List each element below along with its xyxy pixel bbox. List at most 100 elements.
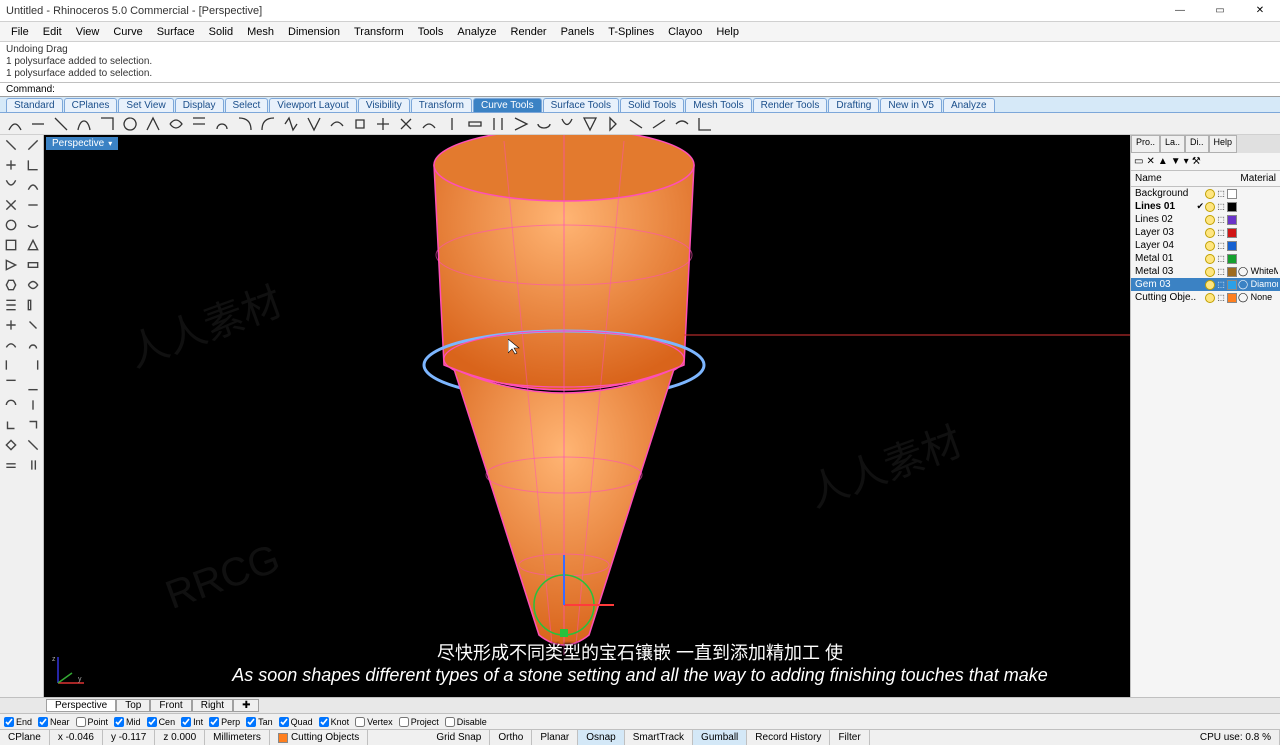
left-tool-32-icon[interactable] (0, 455, 22, 475)
color-swatch[interactable] (1227, 189, 1237, 199)
color-swatch[interactable] (1227, 215, 1237, 225)
curve-tool-1-icon[interactable] (29, 115, 47, 133)
curve-tool-19-icon[interactable] (443, 115, 461, 133)
status-toggle-record-history[interactable]: Record History (747, 730, 830, 745)
curve-tool-12-icon[interactable] (282, 115, 300, 133)
menu-analyze[interactable]: Analyze (450, 26, 503, 38)
left-tool-28-icon[interactable] (0, 415, 22, 435)
left-tool-10-icon[interactable] (0, 235, 22, 255)
layer-row-lines-01[interactable]: Lines 01✔⬚ (1131, 200, 1280, 213)
menu-solid[interactable]: Solid (202, 26, 240, 38)
left-tool-4-icon[interactable] (0, 175, 22, 195)
menu-surface[interactable]: Surface (150, 26, 202, 38)
lock-icon[interactable]: ⬚ (1216, 228, 1226, 237)
curve-tool-10-icon[interactable] (236, 115, 254, 133)
lock-icon[interactable]: ⬚ (1216, 280, 1226, 289)
curve-tool-27-icon[interactable] (627, 115, 645, 133)
color-swatch[interactable] (1227, 267, 1237, 277)
curve-tool-21-icon[interactable] (489, 115, 507, 133)
lock-icon[interactable]: ⬚ (1216, 189, 1226, 198)
left-tool-27-icon[interactable] (22, 395, 44, 415)
menu-dimension[interactable]: Dimension (281, 26, 347, 38)
osnap-project[interactable]: Project (399, 717, 439, 727)
delete-layer-icon[interactable]: ✕ (1146, 156, 1154, 167)
left-tool-17-icon[interactable] (22, 295, 44, 315)
osnap-near[interactable]: Near (38, 717, 70, 727)
view-tab-top[interactable]: Top (116, 699, 150, 712)
close-button[interactable]: ✕ (1240, 0, 1280, 22)
osnap-int[interactable]: Int (181, 717, 203, 727)
osnap-mid[interactable]: Mid (114, 717, 141, 727)
left-tool-19-icon[interactable] (22, 315, 44, 335)
color-swatch[interactable] (1227, 202, 1237, 212)
panel-tab-2[interactable]: Di.. (1185, 135, 1209, 153)
tab-display[interactable]: Display (175, 98, 224, 112)
layer-row-cutting-obje-[interactable]: Cutting Obje..⬚◯ None (1131, 291, 1280, 304)
left-tool-16-icon[interactable] (0, 295, 22, 315)
panel-tab-0[interactable]: Pro.. (1131, 135, 1160, 153)
left-tool-23-icon[interactable] (22, 355, 44, 375)
curve-tool-0-icon[interactable] (6, 115, 24, 133)
osnap-vertex[interactable]: Vertex (355, 717, 393, 727)
curve-tool-13-icon[interactable] (305, 115, 323, 133)
tools-icon[interactable]: ⚒ (1192, 156, 1201, 167)
visibility-icon[interactable] (1205, 293, 1215, 303)
curve-tool-5-icon[interactable] (121, 115, 139, 133)
menu-transform[interactable]: Transform (347, 26, 411, 38)
tab-select[interactable]: Select (225, 98, 269, 112)
curve-tool-26-icon[interactable] (604, 115, 622, 133)
osnap-end[interactable]: End (4, 717, 32, 727)
curve-tool-23-icon[interactable] (535, 115, 553, 133)
lock-icon[interactable]: ⬚ (1216, 202, 1226, 211)
new-layer-icon[interactable]: ▭ (1134, 156, 1143, 167)
status-toggle-osnap[interactable]: Osnap (578, 730, 624, 745)
status-toggle-filter[interactable]: Filter (830, 730, 869, 745)
menu-file[interactable]: File (4, 26, 36, 38)
visibility-icon[interactable] (1205, 267, 1215, 277)
command-input[interactable] (57, 84, 1274, 95)
osnap-cen[interactable]: Cen (147, 717, 176, 727)
tab-set-view[interactable]: Set View (118, 98, 173, 112)
layer-row-layer-03[interactable]: Layer 03⬚ (1131, 226, 1280, 239)
visibility-icon[interactable] (1205, 228, 1215, 238)
osnap-perp[interactable]: Perp (209, 717, 240, 727)
left-tool-14-icon[interactable] (0, 275, 22, 295)
tab-viewport-layout[interactable]: Viewport Layout (269, 98, 357, 112)
status-toggle-smarttrack[interactable]: SmartTrack (625, 730, 693, 745)
curve-tool-15-icon[interactable] (351, 115, 369, 133)
curve-tool-2-icon[interactable] (52, 115, 70, 133)
minimize-button[interactable]: — (1160, 0, 1200, 22)
color-swatch[interactable] (1227, 254, 1237, 264)
curve-tool-28-icon[interactable] (650, 115, 668, 133)
lock-icon[interactable]: ⬚ (1216, 215, 1226, 224)
tab-solid-tools[interactable]: Solid Tools (620, 98, 684, 112)
tab-curve-tools[interactable]: Curve Tools (473, 98, 542, 112)
layer-row-gem-03[interactable]: Gem 03⬚◯ Diamond (1131, 278, 1280, 291)
tab-cplanes[interactable]: CPlanes (64, 98, 118, 112)
left-tool-25-icon[interactable] (22, 375, 44, 395)
menu-curve[interactable]: Curve (106, 26, 149, 38)
tab-analyze[interactable]: Analyze (943, 98, 995, 112)
menu-clayoo[interactable]: Clayoo (661, 26, 709, 38)
left-tool-20-icon[interactable] (0, 335, 22, 355)
status-toggle-gumball[interactable]: Gumball (693, 730, 747, 745)
view-tab-perspective[interactable]: Perspective (46, 699, 116, 712)
layer-row-background[interactable]: Background⬚ (1131, 187, 1280, 200)
layer-row-metal-03[interactable]: Metal 03⬚◯ WhiteMeta (1131, 265, 1280, 278)
lock-icon[interactable]: ⬚ (1216, 254, 1226, 263)
tab-drafting[interactable]: Drafting (828, 98, 879, 112)
menu-render[interactable]: Render (504, 26, 554, 38)
osnap-knot[interactable]: Knot (319, 717, 350, 727)
menu-help[interactable]: Help (709, 26, 746, 38)
left-tool-24-icon[interactable] (0, 375, 22, 395)
layer-down-icon[interactable]: ▼ (1171, 156, 1181, 167)
osnap-point[interactable]: Point (76, 717, 109, 727)
left-tool-12-icon[interactable] (0, 255, 22, 275)
left-tool-8-icon[interactable] (0, 215, 22, 235)
viewport-perspective[interactable]: Perspective▾ 人人素材 RRCG 人人素材 RRCG (44, 135, 1130, 697)
visibility-icon[interactable] (1205, 202, 1215, 212)
left-tool-29-icon[interactable] (22, 415, 44, 435)
left-tool-30-icon[interactable] (0, 435, 22, 455)
left-tool-5-icon[interactable] (22, 175, 44, 195)
curve-tool-7-icon[interactable] (167, 115, 185, 133)
